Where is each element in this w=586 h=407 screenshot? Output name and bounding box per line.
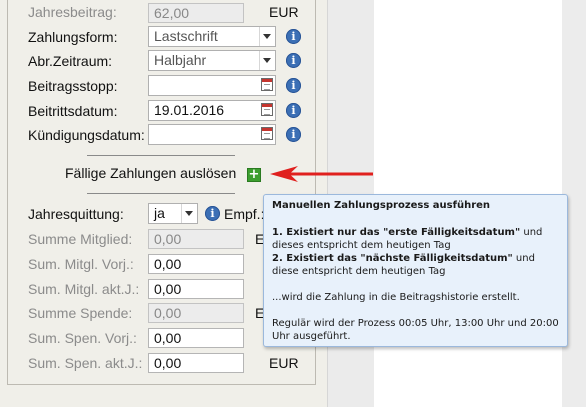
info-icon[interactable]: i bbox=[286, 127, 301, 142]
red-arrow-annotation bbox=[270, 166, 373, 182]
calendar-icon[interactable] bbox=[261, 103, 273, 116]
tooltip-title: Manuellen Zahlungsprozess ausführen bbox=[272, 200, 491, 211]
summe-mitglied-field: 0,00 bbox=[148, 229, 244, 249]
zahlungsform-value: Lastschrift bbox=[154, 28, 218, 44]
abr-zeitraum-value: Halbjahr bbox=[154, 52, 207, 68]
jahresquittung-label: Jahresquittung: bbox=[28, 206, 124, 222]
sum-spen-vorj-label: Sum. Spen. Vorj.: bbox=[28, 330, 137, 346]
arrow-shape bbox=[270, 166, 373, 182]
jahresquittung-select[interactable]: ja bbox=[148, 203, 198, 224]
plus-icon[interactable]: + bbox=[247, 168, 261, 182]
trigger-payments-label: Fällige Zahlungen auslösen bbox=[65, 165, 237, 181]
beitragsstopp-label: Beitragsstopp: bbox=[28, 78, 118, 94]
zahlungsform-select[interactable]: Lastschrift bbox=[148, 26, 276, 47]
info-icon[interactable]: i bbox=[286, 29, 301, 44]
tooltip-line-4: Regulär wird der Prozess 00:05 Uhr, 13:0… bbox=[272, 318, 559, 342]
jahresquittung-value: ja bbox=[154, 205, 165, 221]
abr-zeitraum-label: Abr.Zeitraum: bbox=[28, 53, 113, 69]
tooltip: Manuellen Zahlungsprozess ausführen 1. E… bbox=[263, 194, 568, 347]
beitragsstopp-date-field[interactable] bbox=[148, 75, 276, 96]
tooltip-line-3: ...wird die Zahlung in die Beitragshisto… bbox=[272, 292, 520, 303]
chevron-down-icon[interactable] bbox=[259, 27, 275, 46]
divider bbox=[87, 155, 235, 156]
info-icon[interactable]: i bbox=[286, 78, 301, 93]
abr-zeitraum-select[interactable]: Halbjahr bbox=[148, 50, 276, 71]
calendar-icon[interactable] bbox=[261, 78, 273, 91]
sum-spen-vorj-field: 0,00 bbox=[148, 328, 244, 348]
sum-spen-aktj-unit: EUR bbox=[269, 355, 299, 371]
summe-mitglied-label: Summe Mitglied: bbox=[28, 231, 133, 247]
sum-mitgl-vorj-label: Sum. Mitgl. Vorj.: bbox=[28, 256, 134, 272]
beitrittsdatum-value: 19.01.2016 bbox=[154, 102, 225, 118]
chevron-down-icon[interactable] bbox=[259, 51, 275, 70]
empf-label: Empf.: bbox=[224, 206, 265, 222]
summe-spende-field: 0,00 bbox=[148, 303, 244, 323]
summe-spende-label: Summe Spende: bbox=[28, 305, 133, 321]
sum-mitgl-aktj-field: 0,00 bbox=[148, 279, 244, 299]
sum-mitgl-aktj-label: Sum. Mitgl. akt.J.: bbox=[28, 281, 140, 297]
kuendigungsdatum-date-field[interactable] bbox=[148, 124, 276, 145]
info-icon[interactable]: i bbox=[286, 53, 301, 68]
info-icon[interactable]: i bbox=[286, 103, 301, 118]
tooltip-line-1-bold: 1. Existiert nur das "erste Fälligkeitsd… bbox=[272, 227, 521, 238]
sum-spen-aktj-field: 0,00 bbox=[148, 353, 244, 373]
tooltip-line-2-bold: 2. Existiert das "nächste Fälligkeitsdat… bbox=[272, 253, 513, 264]
sum-mitgl-vorj-field: 0,00 bbox=[148, 254, 244, 274]
zahlungsform-label: Zahlungsform: bbox=[28, 29, 118, 45]
jahresbeitrag-unit: EUR bbox=[269, 4, 299, 20]
tooltip-line-2: 2. Existiert das "nächste Fälligkeitsdat… bbox=[272, 252, 559, 278]
beitrittsdatum-date-field[interactable]: 19.01.2016 bbox=[148, 100, 276, 121]
beitrittsdatum-label: Beitrittsdatum: bbox=[28, 103, 118, 119]
tooltip-line-1: 1. Existiert nur das "erste Fälligkeitsd… bbox=[272, 226, 559, 252]
divider bbox=[87, 193, 235, 194]
calendar-icon[interactable] bbox=[261, 127, 273, 140]
jahresbeitrag-label: Jahresbeitrag: bbox=[28, 4, 117, 20]
kuendigungsdatum-label: Kündigungsdatum: bbox=[28, 127, 145, 143]
chevron-down-icon[interactable] bbox=[181, 204, 197, 223]
info-icon[interactable]: i bbox=[205, 206, 220, 221]
jahresbeitrag-field: 62,00 bbox=[148, 3, 244, 23]
sum-spen-aktj-label: Sum. Spen. akt.J.: bbox=[28, 355, 143, 371]
